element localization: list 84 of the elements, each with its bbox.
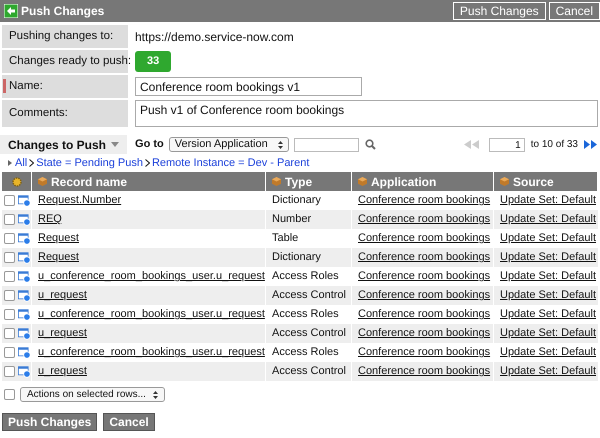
type-cell-text: Access Control [272,364,346,380]
application-link[interactable]: Conference room bookings [358,192,490,209]
actions-select[interactable]: Actions on selected rows... [20,387,165,402]
application-link[interactable]: Conference room bookings [358,230,490,247]
footer-button[interactable]: Cancel [103,413,155,431]
row-checkbox[interactable] [4,195,15,206]
source-link[interactable]: Update Set: Default [500,230,596,247]
field-label: Changes ready to push: [9,54,132,69]
updown-icon [153,390,158,398]
type-cell-text: Dictionary [272,250,321,266]
goto-label: Go to [135,137,164,152]
header-button[interactable]: Push Changes [452,2,546,20]
select-all-checkbox[interactable] [4,389,15,400]
first-page-icon[interactable] [464,140,480,149]
chevron-icon [144,159,150,167]
settings-icon[interactable] [12,176,22,186]
column-header[interactable]: Type [266,172,352,191]
caret-icon [111,142,120,147]
record-link[interactable]: u_conference_room_bookings_user.u_request [38,306,265,323]
row-checkbox[interactable] [4,214,15,225]
cube-icon [272,177,281,186]
row-checkbox[interactable] [4,271,15,282]
application-link[interactable]: Conference room bookings [358,344,490,361]
page-title: Push Changes [21,3,104,20]
source-link[interactable]: Update Set: Default [500,344,596,361]
record-link[interactable]: Request.Number [38,192,122,209]
field-label: Name: [9,78,43,94]
search-icon[interactable] [364,139,376,150]
column-header[interactable]: Record name [32,172,266,191]
type-cell-text: Dictionary [272,193,321,208]
next-page-icon[interactable] [584,140,598,149]
record-link[interactable]: u_request [38,287,87,304]
row-checkbox[interactable] [4,366,15,377]
header-button[interactable]: Cancel [548,2,600,20]
row-checkbox[interactable] [4,233,15,244]
field-label: Comments: [9,106,68,121]
type-cell-text: Number [272,212,312,228]
application-link[interactable]: Conference room bookings [358,268,490,285]
breadcrumb-link[interactable]: Remote Instance = Dev - Parent [152,154,310,172]
record-link[interactable]: u_request [38,363,87,380]
cube-icon [358,177,367,186]
source-link[interactable]: Update Set: Default [500,306,596,323]
record-link[interactable]: u_conference_room_bookings_user.u_request [38,268,265,285]
field-value: https://demo.service-now.com [135,28,294,46]
chevron-icon [29,159,34,167]
list-title-menu[interactable]: Changes to Push [0,135,128,154]
settings-header[interactable] [2,172,32,191]
row-checkbox[interactable] [4,328,15,339]
type-cell-text: Access Roles [272,269,339,284]
page-field[interactable]: 1 [488,138,525,152]
updown-icon [278,140,283,148]
row-checkbox[interactable] [4,347,15,358]
type-cell-text: Access Roles [272,307,339,322]
breadcrumb-link[interactable]: State = Pending Push [36,154,143,172]
goto-search-field[interactable] [294,138,359,152]
column-header[interactable]: Application [352,172,494,191]
name-field[interactable]: Conference room bookings v1 [135,77,362,96]
breadcrumb-link[interactable]: All [15,154,28,172]
source-link[interactable]: Update Set: Default [500,268,596,285]
row-checkbox[interactable] [4,290,15,301]
cube-icon [500,177,509,186]
record-link[interactable]: Request [38,249,79,266]
record-link[interactable]: u_request [38,325,87,342]
page-range: to 10 of 33 [530,138,578,152]
type-cell-text: Access Roles [272,345,339,360]
comments-field[interactable]: Push v1 of Conference room bookings [135,100,598,127]
source-link[interactable]: Update Set: Default [500,192,596,209]
type-cell-text: Access Control [272,288,346,304]
cube-icon [38,177,47,186]
field-label: Pushing changes to: [9,28,114,44]
expand-icon[interactable] [8,160,12,166]
record-link[interactable]: Request [38,230,79,247]
footer-button[interactable]: Push Changes [2,413,98,431]
back-icon[interactable] [4,4,18,18]
goto-select[interactable]: Version Application [168,137,289,152]
type-cell-text: Access Control [272,326,346,342]
row-checkbox[interactable] [4,252,15,263]
record-link[interactable]: REQ [38,211,62,228]
application-link[interactable]: Conference room bookings [358,306,490,323]
record-link[interactable]: u_conference_room_bookings_user.u_request [38,344,265,361]
column-header[interactable]: Source [494,172,598,191]
row-checkbox[interactable] [4,309,15,320]
type-cell-text: Table [272,231,298,246]
count-badge: 33 [135,51,172,72]
